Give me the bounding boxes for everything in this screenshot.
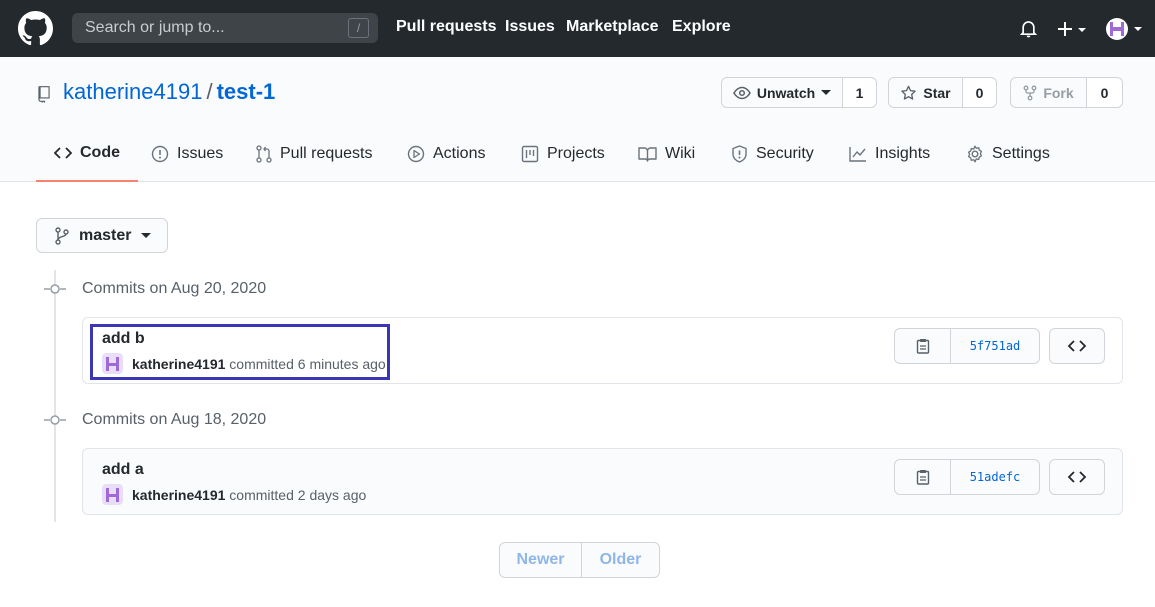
commit-group-header: Commits on Aug 18, 2020 — [44, 410, 266, 430]
commit-time: 2 days ago — [297, 486, 367, 503]
play-icon — [407, 145, 425, 162]
topnav-issues[interactable]: Issues — [505, 18, 555, 36]
shield-icon — [732, 144, 747, 163]
commit-sha-link[interactable]: 51adefc — [951, 459, 1040, 495]
tab-issues[interactable]: Issues — [151, 125, 223, 182]
fork-label: Fork — [1043, 84, 1074, 101]
repo-name-link[interactable]: test-1 — [217, 79, 276, 104]
timeline-line — [54, 270, 56, 522]
copy-sha-button[interactable] — [894, 459, 951, 495]
star-label: Star — [923, 84, 951, 101]
unwatch-label: Unwatch — [756, 84, 816, 101]
tab-code-label: Code — [80, 143, 120, 161]
copy-sha-button[interactable] — [894, 328, 951, 364]
search-input[interactable] — [72, 13, 378, 43]
project-icon — [521, 145, 539, 162]
tab-wiki-label: Wiki — [665, 144, 696, 162]
topnav-pull-requests[interactable]: Pull requests — [396, 18, 496, 36]
topnav-explore[interactable]: Explore — [672, 18, 731, 36]
newer-button[interactable]: Newer — [499, 542, 582, 578]
github-logo-icon[interactable] — [18, 11, 53, 46]
search-box: / — [72, 13, 378, 43]
sha-button-group: 5f751ad — [894, 328, 1040, 364]
tab-security[interactable]: Security — [731, 125, 814, 182]
repo-title-separator: / — [206, 79, 213, 104]
stargazers-count[interactable]: 0 — [963, 77, 997, 108]
topnav-marketplace[interactable]: Marketplace — [566, 18, 659, 36]
author-avatar[interactable] — [102, 484, 123, 505]
create-new-plus-icon[interactable] — [1057, 18, 1089, 40]
commit-group-header: Commits on Aug 20, 2020 — [44, 279, 266, 299]
watchers-count[interactable]: 1 — [843, 77, 877, 108]
repo-header: katherine4191/test-1 Unwatch 1 Star 0 Fo… — [0, 57, 1155, 182]
commit-title-link[interactable]: add a — [102, 461, 144, 479]
git-commit-icon — [44, 284, 66, 294]
fork-icon — [1023, 85, 1037, 100]
repo-owner-link[interactable]: katherine4191 — [63, 79, 202, 104]
caret-down-icon — [141, 232, 152, 238]
book-icon — [638, 146, 657, 162]
tab-settings-label: Settings — [992, 144, 1050, 162]
eye-icon — [732, 86, 751, 99]
tab-actions[interactable]: Actions — [407, 125, 485, 182]
tab-pull-requests[interactable]: Pull requests — [256, 125, 373, 182]
branch-icon — [55, 226, 69, 245]
user-avatar-menu-icon[interactable] — [1105, 16, 1143, 42]
branch-select-button[interactable]: master — [36, 218, 168, 253]
code-icon — [1067, 340, 1087, 352]
watch-button-group: Unwatch 1 — [721, 77, 877, 108]
git-commit-icon — [44, 415, 66, 425]
graph-icon — [849, 146, 866, 162]
star-button-group: Star 0 — [888, 77, 997, 108]
pull-request-icon — [256, 144, 272, 163]
commit-author-link[interactable]: katherine4191 — [132, 487, 225, 503]
caret-down-icon — [821, 89, 832, 95]
global-header: / Pull requests Issues Marketplace Explo… — [0, 0, 1155, 57]
code-icon — [1067, 471, 1087, 483]
fork-button-group: Fork 0 — [1010, 77, 1123, 108]
issue-icon — [151, 145, 169, 162]
notifications-bell-icon[interactable] — [1019, 19, 1038, 38]
tab-projects[interactable]: Projects — [521, 125, 605, 182]
commit-row: add a katherine4191 committed 2 days ago… — [82, 448, 1123, 515]
browse-repo-at-commit-button[interactable] — [1049, 459, 1105, 495]
branch-name: master — [79, 226, 132, 244]
fork-button[interactable]: Fork — [1010, 77, 1087, 108]
unwatch-button[interactable]: Unwatch — [721, 77, 843, 108]
commit-action: committed — [229, 486, 294, 503]
sha-button-group: 51adefc — [894, 459, 1040, 495]
selection-highlight-box — [90, 324, 390, 380]
search-shortcut-hint: / — [348, 18, 369, 38]
code-icon — [54, 146, 72, 159]
forks-count[interactable]: 0 — [1087, 77, 1123, 108]
commit-sha-link[interactable]: 5f751ad — [951, 328, 1040, 364]
tab-insights-label: Insights — [875, 144, 931, 162]
pagination: Newer Older — [499, 542, 660, 578]
tab-projects-label: Projects — [547, 144, 605, 162]
tab-settings[interactable]: Settings — [966, 125, 1050, 182]
commit-group-date: Commits on Aug 18, 2020 — [82, 411, 267, 428]
star-icon — [901, 85, 917, 100]
gear-icon — [967, 145, 983, 162]
tab-issues-label: Issues — [177, 144, 224, 162]
repo-title: katherine4191/test-1 — [63, 79, 275, 105]
older-button[interactable]: Older — [582, 542, 660, 578]
repo-icon — [38, 86, 50, 103]
clipboard-icon — [916, 470, 929, 485]
star-button[interactable]: Star — [888, 77, 963, 108]
commit-group-date: Commits on Aug 20, 2020 — [82, 280, 267, 297]
tab-code[interactable]: Code — [36, 125, 138, 182]
clipboard-icon — [916, 339, 929, 354]
browse-repo-at-commit-button[interactable] — [1049, 328, 1105, 364]
commit-meta: katherine4191 committed 2 days ago — [102, 484, 366, 505]
commit-row: add b katherine4191 committed 6 minutes … — [82, 317, 1123, 384]
commit-meta-text: katherine4191 committed 2 days ago — [132, 487, 366, 503]
tab-security-label: Security — [756, 144, 814, 162]
tab-actions-label: Actions — [433, 144, 486, 162]
tab-pull-requests-label: Pull requests — [280, 144, 373, 162]
tab-wiki[interactable]: Wiki — [638, 125, 695, 182]
tab-insights[interactable]: Insights — [849, 125, 930, 182]
